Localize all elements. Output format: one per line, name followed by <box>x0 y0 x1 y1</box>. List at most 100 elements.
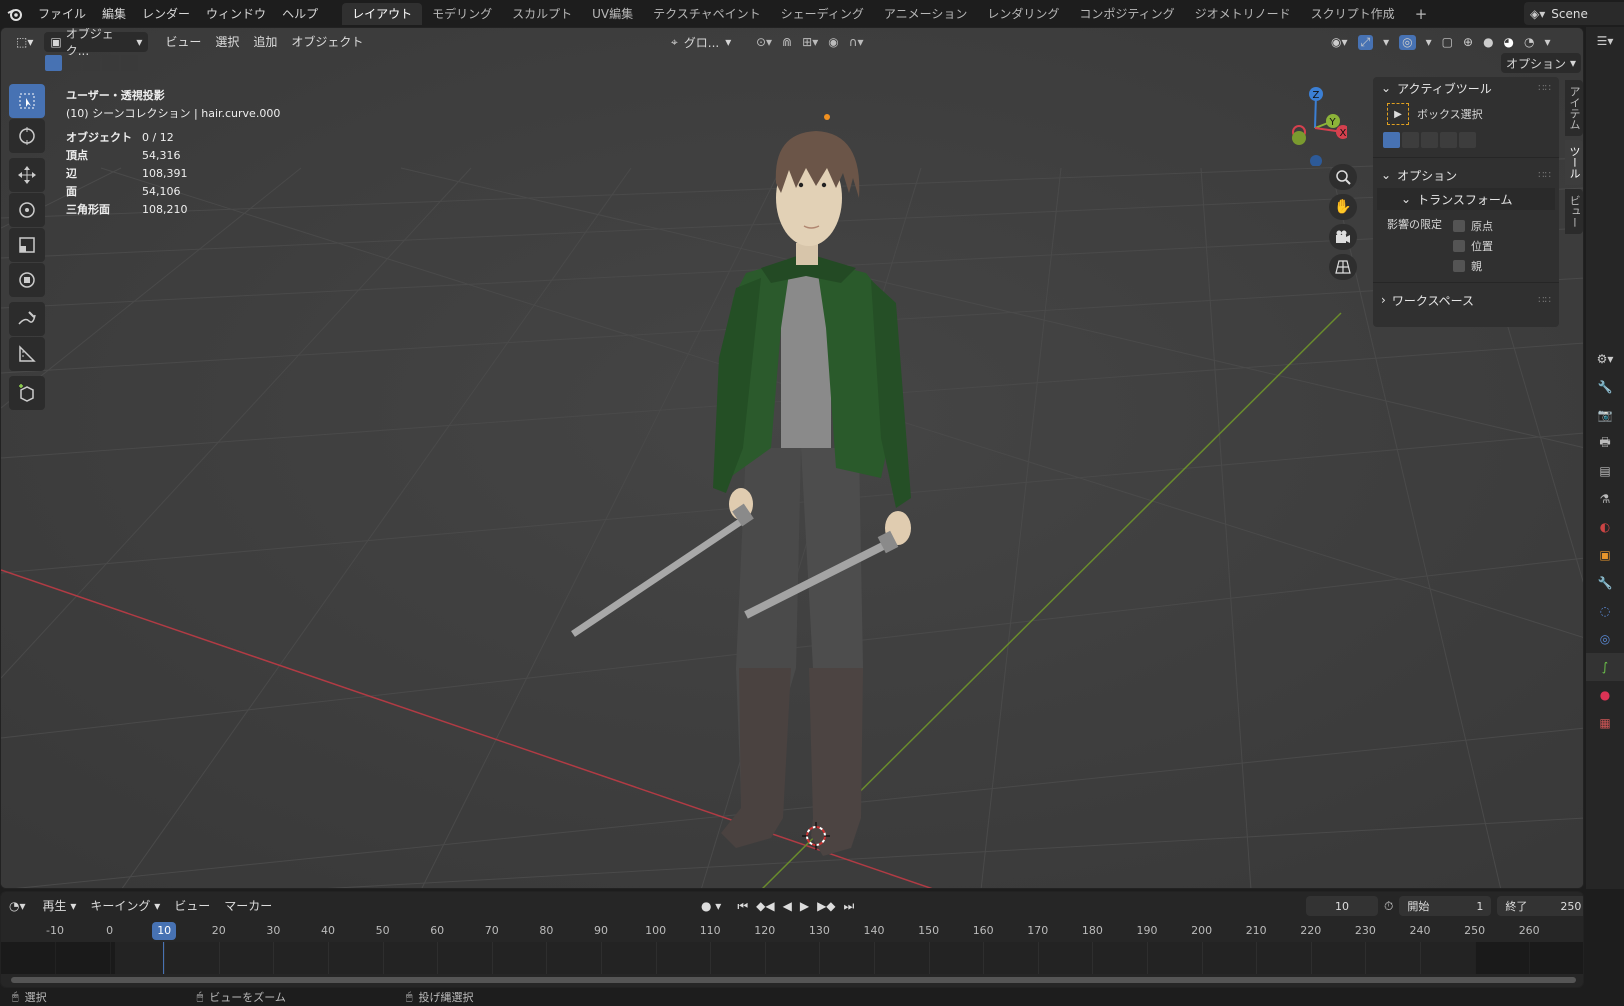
transform-tool-icon[interactable] <box>9 263 45 297</box>
select-subtract-icon[interactable] <box>1421 132 1438 148</box>
blender-logo-icon[interactable] <box>0 0 30 27</box>
object-menu[interactable]: オブジェクト <box>284 32 370 52</box>
xray-icon[interactable]: ▢ <box>1442 35 1453 50</box>
record-icon[interactable]: ● ▾ <box>701 899 721 913</box>
move-tool-icon[interactable] <box>9 158 45 192</box>
menu-window[interactable]: ウィンドウ <box>198 3 274 25</box>
navigation-gizmo[interactable]: Z Y X <box>1277 86 1347 166</box>
origins-checkbox[interactable]: 原点 <box>1453 216 1493 236</box>
camera-view-icon[interactable] <box>1329 224 1357 250</box>
start-frame-field[interactable]: 開始 1 <box>1399 896 1492 916</box>
3d-viewport[interactable]: ⬚▾ ▣ オブジェク... ▾ ビュー 選択 追加 オブジェクト ⌖ グロ...… <box>0 27 1584 889</box>
stopwatch-icon[interactable]: ⏱ <box>1384 899 1393 914</box>
tab-compositing[interactable]: コンポジティング <box>1069 3 1184 25</box>
scene-properties-icon[interactable]: ⚗ <box>1586 485 1624 513</box>
solid-shading-icon[interactable]: ● <box>1483 35 1493 50</box>
select-invert-icon[interactable] <box>102 55 119 71</box>
particle-properties-icon[interactable]: ◌ <box>1586 597 1624 625</box>
tab-sculpt[interactable]: スカルプト <box>502 3 582 25</box>
tab-scripting[interactable]: スクリプト作成 <box>1301 3 1405 25</box>
current-frame-indicator[interactable]: 10 <box>152 922 177 940</box>
locations-checkbox[interactable]: 位置 <box>1453 236 1493 256</box>
perspective-toggle-icon[interactable] <box>1329 254 1357 280</box>
tab-geometry-nodes[interactable]: ジオメトリノード <box>1185 3 1301 25</box>
pivot-icon[interactable]: ⊙▾ <box>756 35 772 49</box>
scene-selector[interactable]: ◈▾ Scene <box>1524 2 1624 25</box>
parents-checkbox[interactable]: 親 <box>1453 256 1493 276</box>
outliner-editor-icon[interactable]: ☰▾ <box>1586 27 1624 55</box>
drag-handle-icon[interactable]: ∷∷ <box>1538 170 1551 181</box>
object-properties-icon[interactable]: ▣ <box>1586 541 1624 569</box>
keyframe-area[interactable] <box>1 942 1583 974</box>
chevron-down-icon[interactable]: ▾ <box>1545 35 1551 50</box>
tab-view[interactable]: ビュー <box>1565 189 1583 234</box>
play-reverse-icon[interactable]: ◀ <box>783 899 792 913</box>
menu-edit[interactable]: 編集 <box>94 3 134 25</box>
render-properties-icon[interactable]: 📷 <box>1586 401 1624 429</box>
material-shading-icon[interactable]: ◕ <box>1504 35 1514 50</box>
add-workspace-button[interactable]: + <box>1405 3 1438 25</box>
select-invert-icon[interactable] <box>1440 132 1457 148</box>
output-properties-icon[interactable]: 🖶 <box>1586 429 1624 457</box>
select-extend-icon[interactable] <box>64 55 81 71</box>
select-intersect-icon[interactable] <box>1459 132 1476 148</box>
keying-menu[interactable]: キーイング ▾ <box>83 896 167 916</box>
active-tool-header[interactable]: ⌄ アクティブツール ∷∷ <box>1373 77 1559 99</box>
measure-tool-icon[interactable] <box>9 337 45 371</box>
prev-keyframe-icon[interactable]: ◆◀ <box>756 899 774 913</box>
chevron-down-icon[interactable]: ▾ <box>1383 35 1389 50</box>
tool-properties-icon[interactable]: 🔧 <box>1586 373 1624 401</box>
tab-rendering[interactable]: レンダリング <box>977 3 1069 25</box>
zoom-icon[interactable] <box>1329 164 1357 190</box>
select-subtract-icon[interactable] <box>83 55 100 71</box>
current-frame-field[interactable]: 10 <box>1306 896 1378 916</box>
select-intersect-icon[interactable] <box>121 55 138 71</box>
add-cube-tool-icon[interactable] <box>9 376 45 410</box>
add-menu[interactable]: 追加 <box>246 32 284 52</box>
transform-orientation-dropdown[interactable]: ⌖ グロ... ▾ <box>671 34 731 51</box>
select-new-icon[interactable] <box>45 55 62 71</box>
overlay-toggle-icon[interactable]: ◎ <box>1399 34 1416 50</box>
physics-properties-icon[interactable]: ◎ <box>1586 625 1624 653</box>
view-menu[interactable]: ビュー <box>167 896 217 916</box>
tab-animation[interactable]: アニメーション <box>874 3 978 25</box>
drag-handle-icon[interactable]: ∷∷ <box>1538 83 1551 94</box>
options-header[interactable]: ⌄ オプション ∷∷ <box>1373 164 1559 186</box>
world-properties-icon[interactable]: ◐ <box>1586 513 1624 541</box>
texture-properties-icon[interactable]: ▦ <box>1586 709 1624 737</box>
end-frame-field[interactable]: 終了 250 <box>1497 896 1583 916</box>
transform-subheader[interactable]: ⌄ トランスフォーム <box>1377 188 1555 210</box>
timeline-scrollbar[interactable] <box>11 977 1576 983</box>
visibility-icon[interactable]: ◉▾ <box>1331 35 1348 50</box>
tab-texture-paint[interactable]: テクスチャペイント <box>643 3 771 25</box>
frame-ruler[interactable]: -10 0 10 20 30 40 50 60 70 80 90 100 110 120 130 140 150… <box>1 920 1583 942</box>
select-box-tool-icon[interactable] <box>9 84 45 118</box>
rendered-shading-icon[interactable]: ◔ <box>1524 35 1534 50</box>
mode-selector[interactable]: ▣ オブジェク... ▾ <box>44 28 149 58</box>
tab-modeling[interactable]: モデリング <box>422 3 502 25</box>
select-menu[interactable]: 選択 <box>208 32 246 52</box>
view-layer-properties-icon[interactable]: ▤ <box>1586 457 1624 485</box>
jump-start-icon[interactable]: ⏮ <box>737 899 748 914</box>
rotate-tool-icon[interactable] <box>9 193 45 227</box>
properties-editor-icon[interactable]: ⚙▾ <box>1586 345 1624 373</box>
pivot-snap-tools[interactable]: ⊙▾ ⋒ ⊞▾ ◉ ∩▾ <box>756 35 864 49</box>
snap-target-icon[interactable]: ⊞▾ <box>802 35 818 49</box>
pan-hand-icon[interactable]: ✋ <box>1329 194 1357 220</box>
tab-tool[interactable]: ツール <box>1565 140 1583 185</box>
play-icon[interactable]: ▶ <box>800 899 809 913</box>
annotate-tool-icon[interactable] <box>9 302 45 336</box>
wireframe-shading-icon[interactable]: ⊕ <box>1463 35 1473 50</box>
drag-handle-icon[interactable]: ∷∷ <box>1538 295 1551 306</box>
tab-layout[interactable]: レイアウト <box>342 2 423 25</box>
menu-render[interactable]: レンダー <box>134 3 198 25</box>
menu-file[interactable]: ファイル <box>30 3 94 25</box>
proportional-edit-icon[interactable]: ◉ <box>828 35 838 49</box>
checkbox-icon[interactable] <box>1453 240 1465 252</box>
jump-end-icon[interactable]: ⏭ <box>844 899 855 914</box>
select-new-icon[interactable] <box>1383 132 1400 148</box>
checkbox-icon[interactable] <box>1453 220 1465 232</box>
playback-menu[interactable]: 再生 ▾ <box>36 896 84 916</box>
select-extend-icon[interactable] <box>1402 132 1419 148</box>
tab-item[interactable]: アイテム <box>1565 80 1583 136</box>
